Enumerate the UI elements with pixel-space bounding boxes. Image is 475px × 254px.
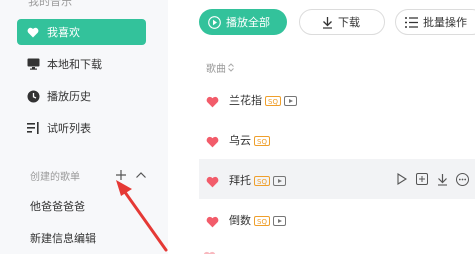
sidebar: 我的音乐 我喜欢 本地和下载 播放历史 试听列表 创建的歌单 他爸爸爸爸 新建信… [0, 0, 168, 254]
sq-quality-badge: SQ [254, 136, 270, 146]
song-title-cell: 兰花指 SQ [229, 92, 297, 108]
play-icon[interactable] [395, 171, 409, 187]
play-all-button[interactable]: 播放全部 [199, 9, 287, 35]
table-row[interactable]: 倒数 SQ [199, 199, 475, 239]
song-title-cell: 倒数 SQ [229, 212, 286, 228]
batch-operation-label: 批量操作 [423, 16, 467, 29]
mv-icon[interactable] [272, 216, 286, 226]
heart-icon[interactable] [206, 133, 219, 148]
song-title[interactable]: 乌云 [229, 134, 251, 147]
download-icon [322, 16, 333, 29]
playlist-item[interactable]: 他爸爸爸爸 [30, 198, 85, 214]
song-column-label: 歌曲 [206, 64, 226, 75]
song-title-cell: 乌云 SQ [229, 132, 270, 148]
clock-icon [26, 89, 40, 103]
sidebar-item-label: 播放历史 [47, 90, 91, 103]
download-label: 下载 [338, 16, 360, 29]
song-title[interactable]: 倒数 [229, 214, 251, 227]
monitor-icon [26, 57, 40, 71]
sq-quality-badge: SQ [265, 96, 281, 106]
chevron-up-icon[interactable] [134, 167, 148, 183]
song-column-header[interactable]: 歌曲 [206, 60, 234, 75]
playlist-item[interactable]: 新建信息编辑 [30, 230, 96, 246]
heart-icon [26, 25, 40, 39]
song-title-cell: 拜托 SQ [229, 172, 286, 188]
heart-icon[interactable] [206, 93, 219, 108]
batch-operation-button[interactable]: 批量操作 [395, 9, 475, 35]
play-circle-icon [208, 15, 221, 29]
playlist-icon [26, 121, 40, 135]
plus-icon[interactable] [114, 167, 128, 183]
download-button[interactable]: 下载 [299, 9, 385, 35]
sidebar-item-play-history[interactable]: 播放历史 [17, 83, 146, 109]
table-row[interactable]: 拜托 SQ [199, 159, 475, 199]
mv-icon[interactable] [283, 96, 297, 106]
add-to-playlist-icon[interactable] [415, 171, 429, 187]
mv-icon[interactable] [272, 176, 286, 186]
play-all-label: 播放全部 [226, 16, 270, 29]
song-title[interactable]: 拜托 [229, 174, 251, 187]
sidebar-item-label: 我喜欢 [47, 26, 80, 39]
row-actions [395, 171, 469, 187]
table-row[interactable]: 兰花指 SQ [199, 79, 475, 119]
sidebar-section-my-music: 我的音乐 [28, 0, 72, 8]
sidebar-item-label: 本地和下载 [47, 58, 102, 71]
list-check-icon [405, 16, 418, 28]
song-title[interactable]: 兰花指 [229, 94, 262, 107]
table-row[interactable]: 乌云 SQ [199, 119, 475, 159]
sidebar-item-trial-list[interactable]: 试听列表 [17, 115, 146, 141]
sidebar-item-local-downloads[interactable]: 本地和下载 [17, 51, 146, 77]
heart-icon[interactable] [206, 213, 219, 228]
sq-quality-badge: SQ [254, 176, 270, 186]
heart-icon [203, 248, 217, 254]
heart-icon[interactable] [206, 173, 219, 188]
created-playlists-title: 创建的歌单 [30, 171, 80, 183]
sidebar-item-label: 试听列表 [47, 122, 91, 135]
more-options-icon[interactable] [455, 171, 469, 187]
sq-quality-badge: SQ [254, 216, 270, 226]
sort-icon [228, 63, 234, 72]
created-playlists-header: 创建的歌单 [30, 167, 150, 183]
download-icon[interactable] [435, 171, 449, 187]
sidebar-item-favorites[interactable]: 我喜欢 [17, 19, 146, 45]
